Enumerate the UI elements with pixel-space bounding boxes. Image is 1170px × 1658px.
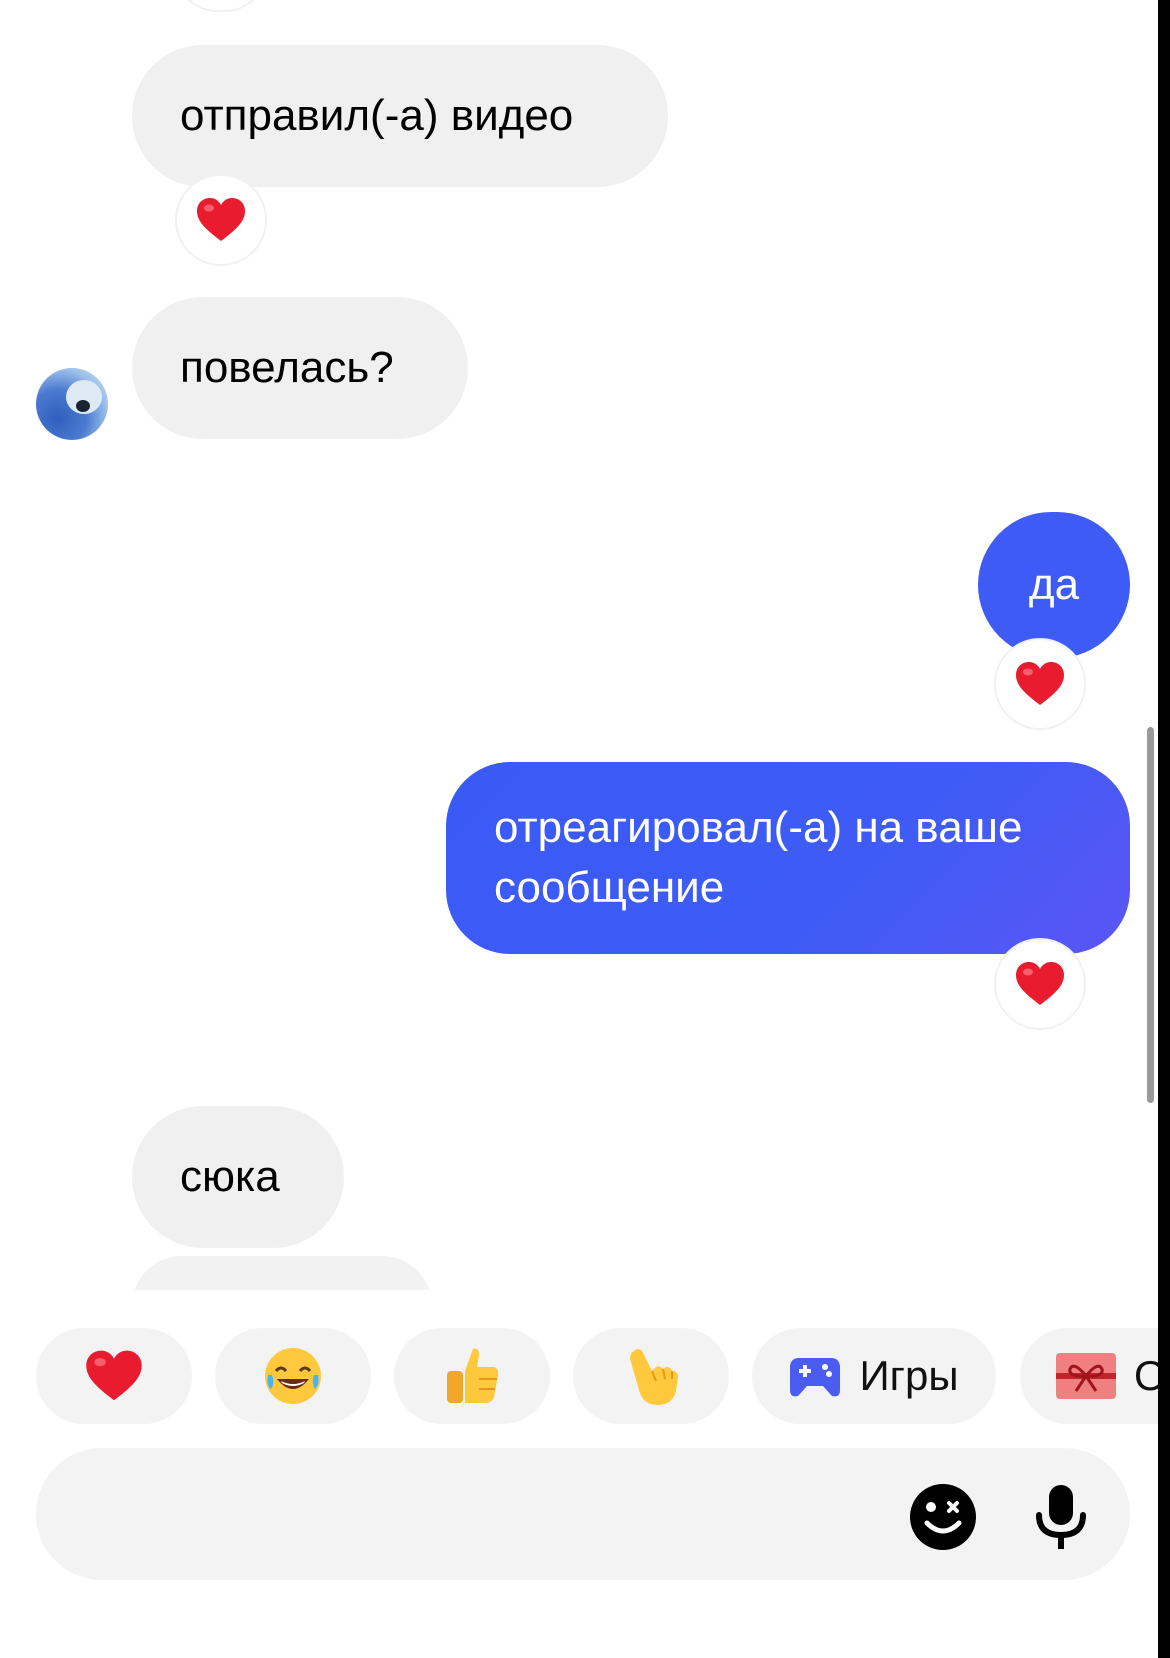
message-text: сюка xyxy=(180,1152,280,1201)
message-reaction[interactable] xyxy=(175,174,267,266)
message-text-line-2: сообщение xyxy=(494,863,725,912)
message-reaction[interactable] xyxy=(994,638,1086,730)
pointing-hand-icon xyxy=(630,1349,678,1405)
message-reaction[interactable] xyxy=(994,938,1086,1030)
heart-icon xyxy=(1016,662,1064,705)
message-text: отправил(-а) видео xyxy=(180,91,574,140)
message-text: повелась? xyxy=(180,343,394,392)
avatar[interactable] xyxy=(36,368,108,440)
list-fade xyxy=(0,1290,1158,1330)
quick-action-games[interactable]: Игры xyxy=(752,1328,996,1424)
thumbs-up-icon xyxy=(447,1348,499,1403)
message-bubble-outgoing[interactable]: да xyxy=(978,512,1130,658)
message-input[interactable] xyxy=(36,1448,1130,1580)
sticker-face-icon xyxy=(910,1484,976,1550)
laughing-face-icon xyxy=(265,1348,321,1404)
quick-reaction-laugh[interactable] xyxy=(215,1328,371,1424)
microphone-icon xyxy=(1036,1485,1086,1549)
chat-screen: отправил(-а) видео повелась? да отреагир… xyxy=(0,0,1170,1658)
message-text-line-1: отреагировал(-а) на ваше xyxy=(494,803,1023,852)
quick-reaction-heart[interactable] xyxy=(36,1328,192,1424)
message-text: да xyxy=(1028,560,1080,609)
quick-reaction-pointing[interactable] xyxy=(573,1328,729,1424)
gamepad-icon xyxy=(790,1358,841,1397)
microphone-button[interactable] xyxy=(1026,1482,1096,1552)
quick-action-gifts[interactable]: От xyxy=(1020,1328,1170,1424)
message-bubble-incoming[interactable]: сюка xyxy=(132,1106,344,1248)
gift-icon xyxy=(1056,1353,1116,1399)
message-bubble-incoming[interactable]: отправил(-а) видео xyxy=(132,45,668,187)
games-label: Игры xyxy=(859,1352,959,1399)
message-bubble-outgoing[interactable]: отреагировал(-а) на ваше сообщение xyxy=(446,762,1130,954)
partial-reaction xyxy=(175,0,267,12)
quick-reaction-thumbs-up[interactable] xyxy=(394,1328,550,1424)
heart-icon xyxy=(86,1350,142,1401)
heart-icon xyxy=(1016,962,1064,1005)
screen-edge xyxy=(1158,0,1170,1658)
heart-icon xyxy=(197,198,245,241)
sticker-button[interactable] xyxy=(908,1482,978,1552)
message-bubble-incoming[interactable]: повелась? xyxy=(132,297,468,439)
scrollbar[interactable] xyxy=(1147,727,1154,1103)
avatar-detail xyxy=(76,400,90,412)
